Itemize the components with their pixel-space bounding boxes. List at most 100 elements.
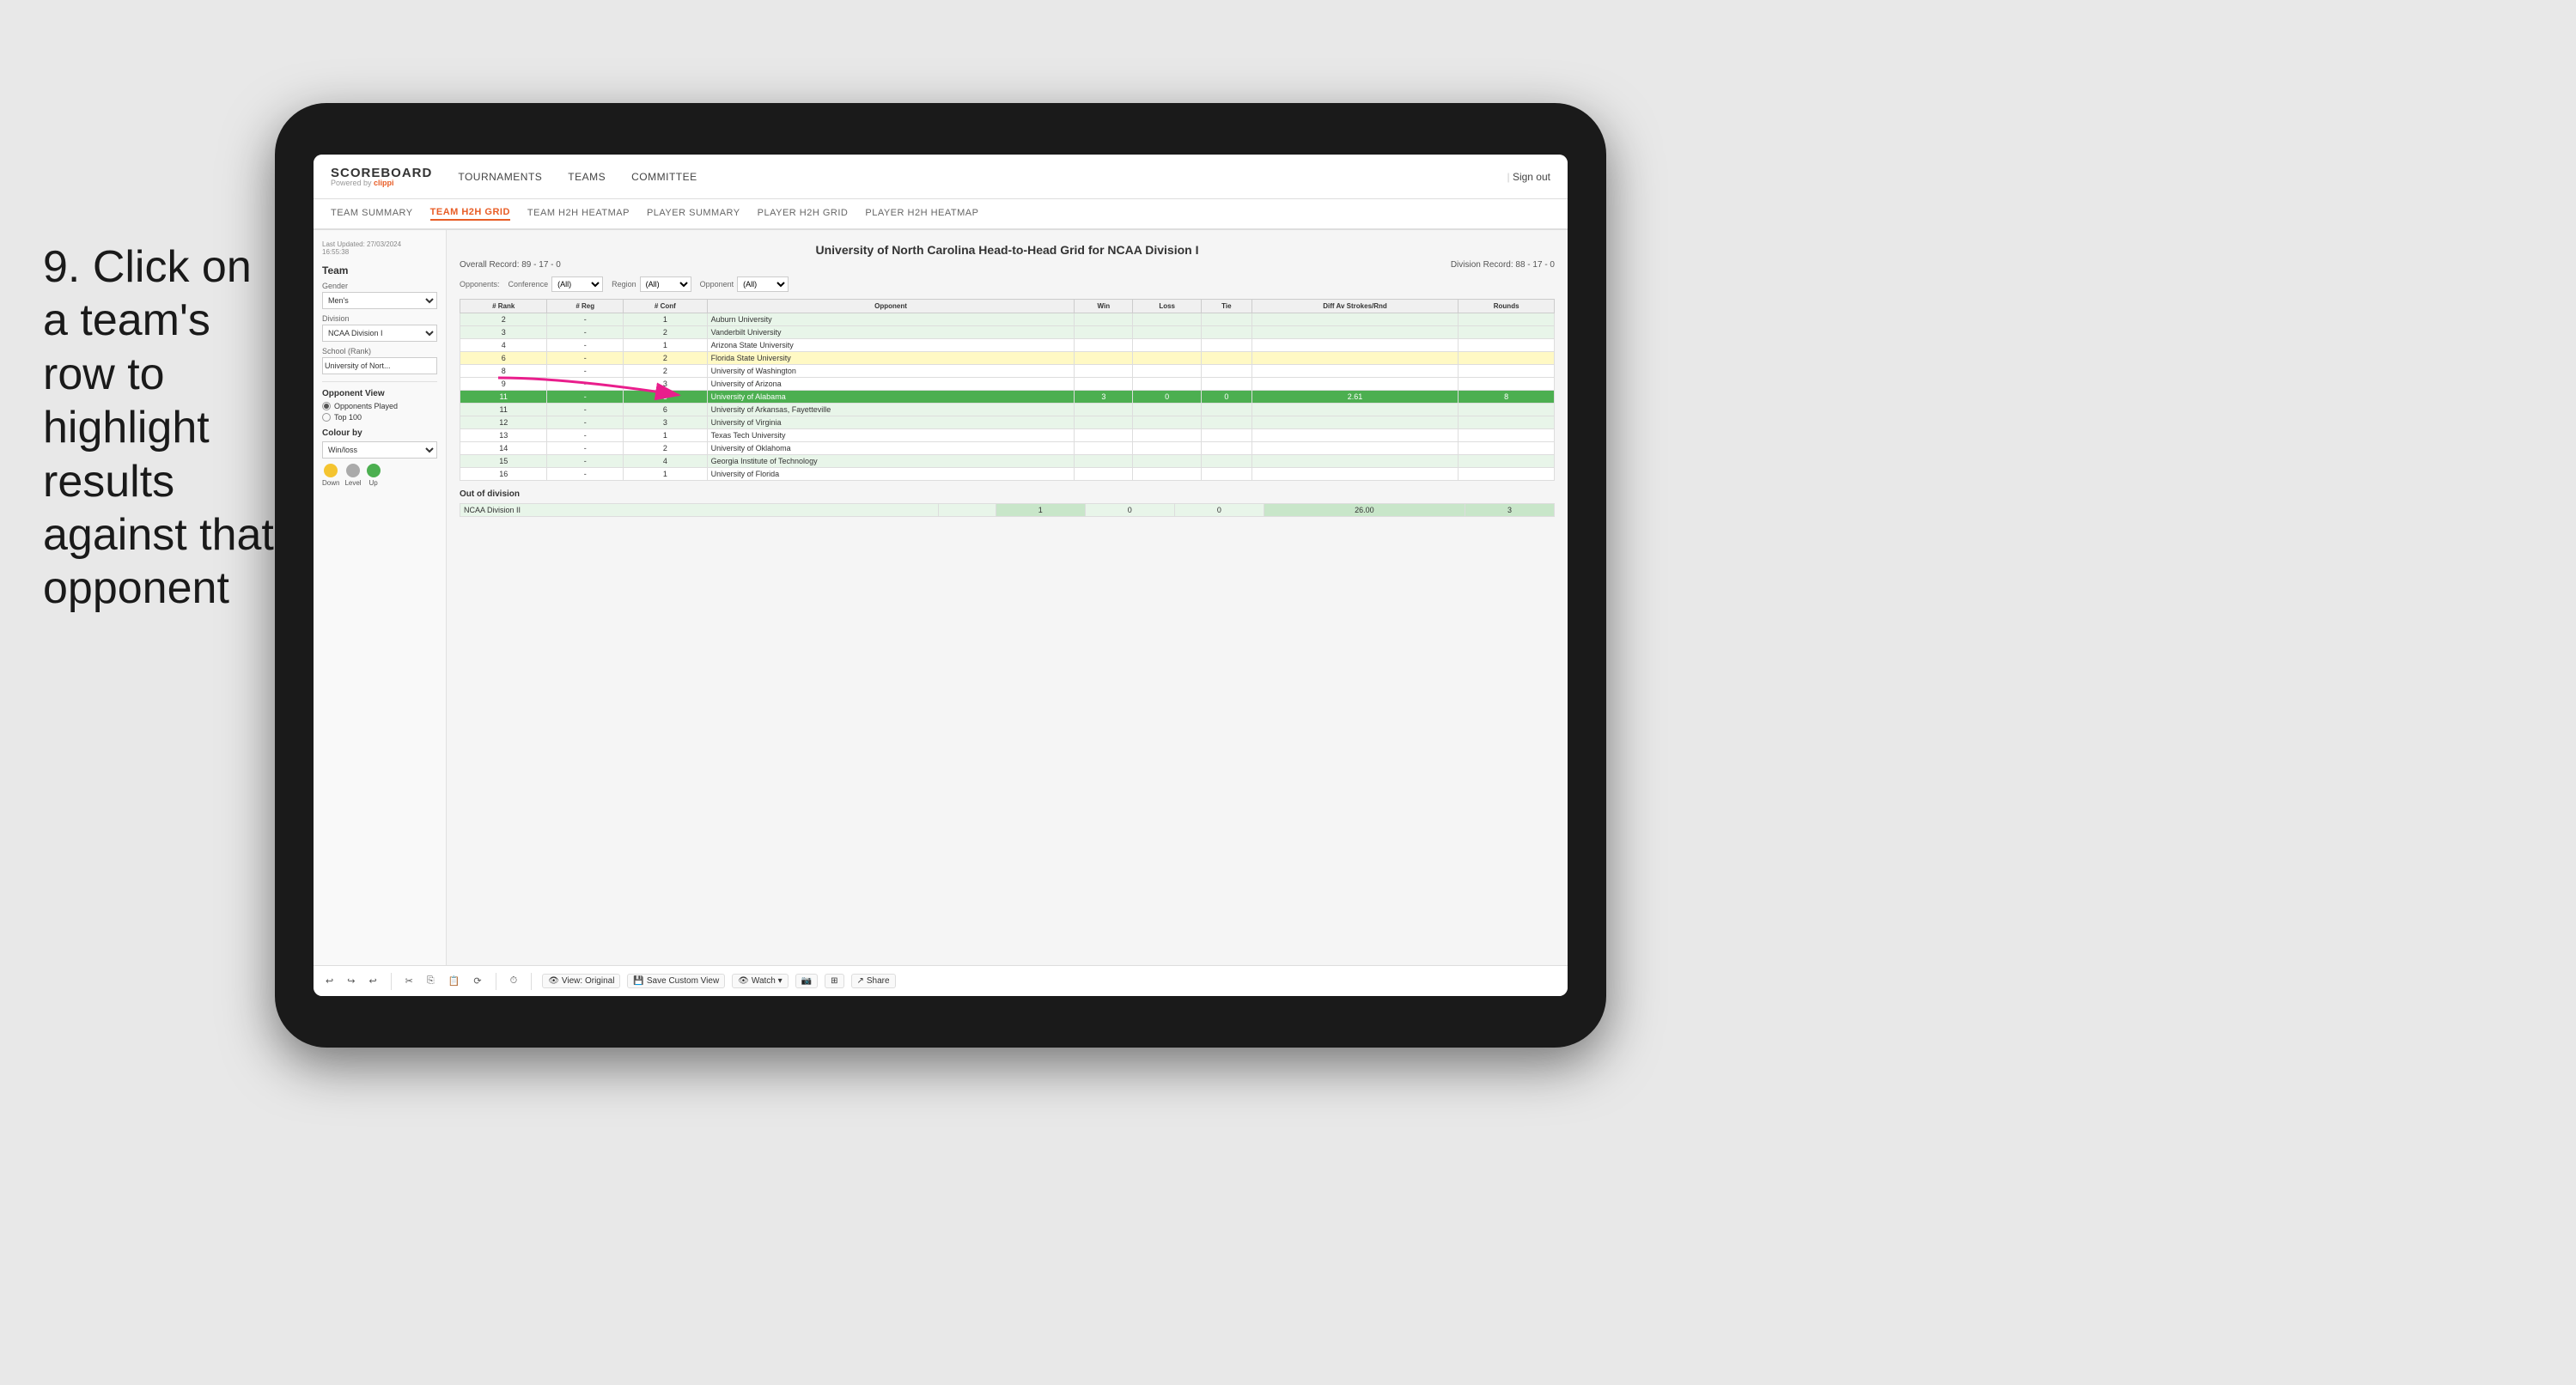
- undo2-btn[interactable]: ↩: [365, 974, 380, 988]
- cell-reg: -: [547, 391, 624, 404]
- school-value[interactable]: University of Nort...: [322, 357, 437, 374]
- refresh-btn[interactable]: ⟳: [470, 974, 484, 988]
- table-row[interactable]: 11 - 5 University of Alabama 3 0 0 2.61 …: [460, 391, 1555, 404]
- save-custom-btn[interactable]: 💾 Save Custom View: [627, 974, 725, 988]
- table-row[interactable]: 12 - 3 University of Virginia: [460, 416, 1555, 429]
- share-label: Share: [867, 976, 890, 986]
- division-select[interactable]: NCAA Division I: [322, 325, 437, 342]
- table-row[interactable]: 15 - 4 Georgia Institute of Technology: [460, 455, 1555, 468]
- paste-btn[interactable]: 📋: [445, 974, 464, 988]
- legend-circle-up: [367, 464, 381, 477]
- cell-win: [1075, 468, 1133, 481]
- cell-rounds: [1459, 326, 1555, 339]
- col-rank: # Rank: [460, 300, 547, 313]
- table-row[interactable]: 14 - 2 University of Oklahoma: [460, 442, 1555, 455]
- cell-loss: [1133, 326, 1202, 339]
- cell-rank: 6: [460, 352, 547, 365]
- table-row[interactable]: 4 - 1 Arizona State University: [460, 339, 1555, 352]
- cell-conf: 1: [624, 313, 708, 326]
- table-row[interactable]: 16 - 1 University of Florida: [460, 468, 1555, 481]
- cell-rank: 15: [460, 455, 547, 468]
- tab-player-summary[interactable]: PLAYER SUMMARY: [647, 208, 740, 220]
- conference-select[interactable]: (All): [551, 276, 603, 292]
- table-row[interactable]: 11 - 6 University of Arkansas, Fayettevi…: [460, 404, 1555, 416]
- table-row[interactable]: 13 - 1 Texas Tech University: [460, 429, 1555, 442]
- cell-diff: [1251, 352, 1459, 365]
- last-updated: Last Updated: 27/03/2024 16:55:38: [322, 240, 437, 256]
- table-row[interactable]: 9 - 3 University of Arizona: [460, 378, 1555, 391]
- legend-level: Level: [344, 464, 361, 487]
- cell-reg: -: [547, 378, 624, 391]
- tab-player-h2h-grid[interactable]: PLAYER H2H GRID: [758, 208, 849, 220]
- out-of-division-row[interactable]: NCAA Division II 1 0 0 26.00 3: [460, 504, 1555, 517]
- undo-btn[interactable]: ↩: [322, 974, 337, 988]
- cell-opponent: University of Virginia: [707, 416, 1075, 429]
- tab-team-h2h-grid[interactable]: TEAM H2H GRID: [430, 207, 510, 221]
- cell-opponent: University of Florida: [707, 468, 1075, 481]
- opponent-select[interactable]: (All): [737, 276, 789, 292]
- cell-rounds: [1459, 339, 1555, 352]
- cell-win: [1075, 429, 1133, 442]
- gender-select[interactable]: Men's: [322, 292, 437, 309]
- ood-tie: 0: [1174, 504, 1264, 517]
- legend-label-down: Down: [322, 479, 339, 487]
- legend-row: Down Level Up: [322, 464, 437, 487]
- share-btn[interactable]: ↗ Share: [851, 974, 896, 988]
- cell-reg: -: [547, 442, 624, 455]
- cell-opponent: Auburn University: [707, 313, 1075, 326]
- filters-row: Opponents: Conference (All) Region (All): [460, 276, 1555, 292]
- nav-committee[interactable]: COMMITTEE: [631, 171, 697, 183]
- ood-win: 1: [996, 504, 1085, 517]
- legend-circle-down: [324, 464, 338, 477]
- cell-rounds: [1459, 416, 1555, 429]
- tab-player-h2h-heatmap[interactable]: PLAYER H2H HEATMAP: [865, 208, 978, 220]
- table-row[interactable]: 3 - 2 Vanderbilt University: [460, 326, 1555, 339]
- out-of-division-table: NCAA Division II 1 0 0 26.00 3: [460, 503, 1555, 517]
- watch-btn[interactable]: 👁 Watch ▾: [732, 974, 788, 988]
- cell-win: [1075, 404, 1133, 416]
- view-original-btn[interactable]: 👁 View: Original: [542, 974, 620, 988]
- cell-rank: 11: [460, 391, 547, 404]
- cell-reg: -: [547, 339, 624, 352]
- clock-btn[interactable]: ⏱: [507, 974, 521, 988]
- nav-teams[interactable]: TEAMS: [568, 171, 606, 183]
- legend-up: Up: [367, 464, 381, 487]
- cell-diff: [1251, 378, 1459, 391]
- table-row[interactable]: 6 - 2 Florida State University: [460, 352, 1555, 365]
- cell-opponent: University of Washington: [707, 365, 1075, 378]
- cell-conf: 6: [624, 404, 708, 416]
- radio-dot-opponents: [322, 402, 331, 410]
- cut-btn[interactable]: ✂: [402, 974, 417, 988]
- region-select[interactable]: (All): [640, 276, 691, 292]
- ood-division: NCAA Division II: [460, 504, 939, 517]
- redo-btn[interactable]: ↪: [344, 974, 358, 988]
- grid-btn[interactable]: ⊞: [825, 974, 843, 988]
- table-row[interactable]: 2 - 1 Auburn University: [460, 313, 1555, 326]
- radio-opponents-played[interactable]: Opponents Played: [322, 402, 437, 410]
- cell-rank: 8: [460, 365, 547, 378]
- cell-rounds: [1459, 468, 1555, 481]
- cell-conf: 3: [624, 378, 708, 391]
- cell-rounds: [1459, 352, 1555, 365]
- cell-diff: [1251, 326, 1459, 339]
- table-row[interactable]: 8 - 2 University of Washington: [460, 365, 1555, 378]
- col-opponent: Opponent: [707, 300, 1075, 313]
- cell-win: [1075, 378, 1133, 391]
- cell-loss: [1133, 404, 1202, 416]
- sign-out-link[interactable]: Sign out: [1507, 171, 1551, 183]
- cell-reg: -: [547, 313, 624, 326]
- col-loss: Loss: [1133, 300, 1202, 313]
- cell-tie: [1201, 326, 1251, 339]
- gender-label: Gender: [322, 282, 437, 290]
- cell-rank: 16: [460, 468, 547, 481]
- nav-tournaments[interactable]: TOURNAMENTS: [458, 171, 542, 183]
- tab-team-summary[interactable]: TEAM SUMMARY: [331, 208, 413, 220]
- report-title: University of North Carolina Head-to-Hea…: [460, 243, 1555, 257]
- colour-by-select[interactable]: Win/loss: [322, 441, 437, 459]
- camera-btn[interactable]: 📷: [795, 974, 818, 988]
- radio-top100[interactable]: Top 100: [322, 413, 437, 422]
- copy-btn[interactable]: ⎘: [423, 974, 438, 988]
- cell-opponent: Texas Tech University: [707, 429, 1075, 442]
- tab-team-h2h-heatmap[interactable]: TEAM H2H HEATMAP: [527, 208, 630, 220]
- cell-conf: 3: [624, 416, 708, 429]
